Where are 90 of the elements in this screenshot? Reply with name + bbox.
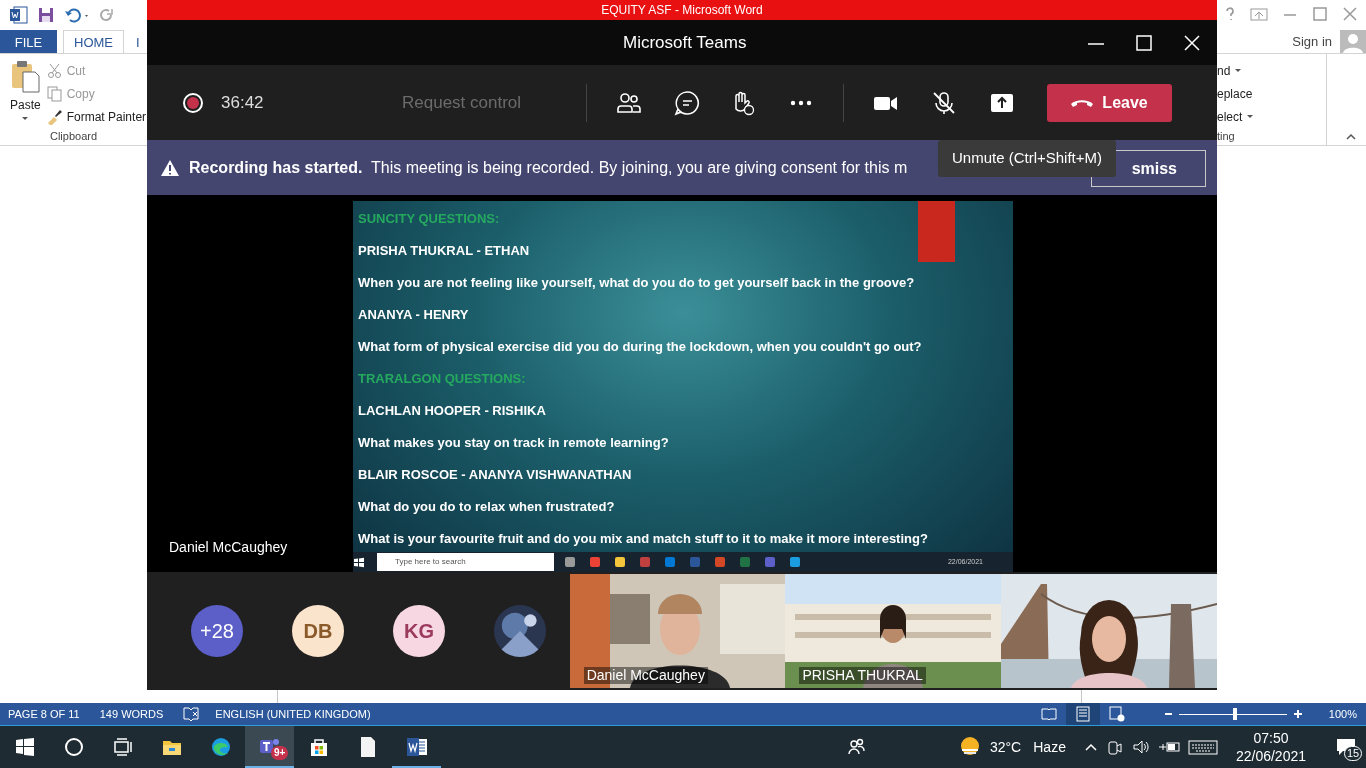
tooltip: Unmute (Ctrl+Shift+M) <box>938 140 1117 177</box>
word-logo-icon <box>10 6 28 24</box>
taskbar-button[interactable]: 9+ <box>245 726 294 768</box>
slide-text: When you are not feeling like yourself, what do you do to get yourself back in the groove? <box>358 275 915 291</box>
microphone-icon <box>930 89 957 116</box>
more-options-icon <box>789 99 812 106</box>
ribbon-command[interactable]: Format Painter <box>46 105 147 128</box>
app-icon <box>639 556 651 568</box>
ribbon-tab[interactable]: FILE <box>0 30 57 53</box>
undo-icon[interactable] <box>64 7 89 23</box>
language-status[interactable]: ENGLISH (UNITED KINGDOM) <box>215 705 371 723</box>
app-icon <box>664 556 676 568</box>
slide-text: BLAIR ROSCOE - ANANYA VISHWANATHAN <box>358 467 632 483</box>
display-options-icon[interactable] <box>1250 6 1268 22</box>
temperature[interactable]: 32°C <box>989 736 1022 758</box>
slide-text: What makes you stay on track in remote learning? <box>358 435 669 451</box>
caret-icon[interactable] <box>21 116 30 121</box>
ribbon-tab[interactable]: HOME <box>63 30 124 53</box>
slide-text: ANANYA - HENRY <box>358 307 469 323</box>
save-icon[interactable] <box>38 7 54 23</box>
app-icon <box>689 556 701 568</box>
ribbon-command[interactable]: eplace <box>1217 82 1326 105</box>
camera-icon[interactable] <box>1105 738 1124 756</box>
keyboard-icon[interactable] <box>1187 738 1218 756</box>
participant-name: Daniel McCaughey <box>169 538 288 557</box>
app-icon <box>789 556 801 568</box>
proofing-icon[interactable] <box>183 706 200 722</box>
leave-button[interactable]: Leave <box>1046 83 1172 122</box>
task-view-icon <box>111 736 134 758</box>
document-icon <box>1074 706 1091 722</box>
zoom-level[interactable]: 100% <box>1328 705 1357 723</box>
slide-text: What is your favourite fruit and do you mix and match stuff to it to make it more interesting? <box>358 531 928 547</box>
accent-block <box>918 201 955 262</box>
participant-name: PRISHA THUKRAL <box>799 667 926 684</box>
app-icon <box>614 556 626 568</box>
participant-avatar[interactable]: DB <box>292 605 344 657</box>
window-title: EQUITY ASF - Microsoft Word <box>147 0 1217 20</box>
page-count[interactable]: PAGE 8 OF 11 <box>8 705 80 723</box>
browser-icon <box>209 736 232 758</box>
paste-icon[interactable] <box>10 60 41 93</box>
warning-icon <box>161 158 179 177</box>
start-icon <box>13 736 36 758</box>
scissors-icon <box>46 63 63 80</box>
copy-icon <box>46 86 63 102</box>
chat-icon <box>673 89 700 116</box>
search-icon <box>62 736 85 758</box>
app-icon <box>764 556 776 568</box>
word-app-icon <box>405 736 428 758</box>
search-field[interactable]: Type here to search <box>377 553 554 571</box>
zoom-in-icon[interactable] <box>1292 709 1303 719</box>
ribbon-command[interactable]: elect <box>1217 105 1326 128</box>
slide-text: LACHLAN HOOPER - RISHIKA <box>358 403 546 419</box>
document-icon <box>1108 706 1125 722</box>
sign-in-link[interactable]: Sign in <box>1292 30 1332 53</box>
start-icon <box>353 556 365 568</box>
notification-count: 15 <box>1344 746 1363 761</box>
notifications-button[interactable]: 15 <box>1326 726 1366 768</box>
participant-avatar[interactable]: KG <box>393 605 445 657</box>
app-icon <box>739 556 751 568</box>
clock-time[interactable]: 07:50 <box>1253 729 1289 747</box>
ribbon-tab[interactable]: I <box>134 30 142 53</box>
app-icon <box>714 556 726 568</box>
participant-avatar[interactable]: +28 <box>191 605 243 657</box>
participant-name: Daniel McCaughey <box>583 667 708 684</box>
slide-heading: SUNCITY QUESTIONS: <box>358 211 500 227</box>
chevron-up-icon[interactable] <box>1083 741 1098 753</box>
group-label: ting <box>1217 129 1236 144</box>
word-count[interactable]: 149 WORDS <box>99 705 164 723</box>
app-icon <box>564 556 576 568</box>
banner-message: Recording has started. This meeting is being recorded. By joining, you are giving consent for this m <box>189 157 908 178</box>
window-title: Microsoft Teams <box>623 31 748 54</box>
notification-badge: 9+ <box>271 746 289 760</box>
brush-icon <box>46 108 63 125</box>
speaker-icon[interactable] <box>1131 738 1150 756</box>
clock-date[interactable]: 22/06/2021 <box>1235 747 1306 765</box>
ribbon-command[interactable]: nd <box>1217 59 1326 82</box>
slide-text: PRISHA THUKRAL - ETHAN <box>358 243 530 259</box>
app-icon <box>589 556 601 568</box>
ribbon-command: Cut <box>46 60 147 83</box>
ribbon-command: Copy <box>46 82 147 106</box>
weather-condition[interactable]: Haze <box>1033 736 1066 758</box>
recording-icon <box>182 91 204 114</box>
slide-text: What do you do to relax when frustrated? <box>358 499 615 515</box>
group-label: Clipboard <box>48 129 99 144</box>
slide-heading: TRARALGON QUESTIONS: <box>358 371 526 387</box>
collapse-ribbon-icon[interactable] <box>1346 133 1356 141</box>
document-icon <box>1040 706 1057 722</box>
paste-label[interactable]: Paste <box>10 93 41 116</box>
slide-text: What form of physical exercise did you do during the lockdown, when you couldn't go out? <box>358 339 922 355</box>
call-timer: 36:42 <box>221 91 264 114</box>
